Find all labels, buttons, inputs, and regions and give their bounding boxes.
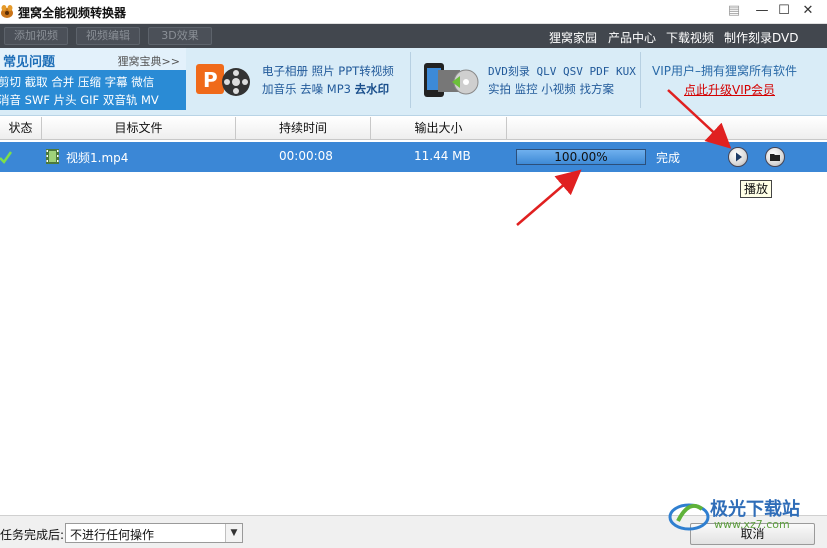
- menu-icon[interactable]: ▤: [724, 2, 744, 20]
- open-folder-button[interactable]: [765, 147, 785, 167]
- close-button[interactable]: ✕: [798, 2, 818, 20]
- ppt-film-icon: P: [196, 64, 250, 96]
- banner-divider: [410, 52, 411, 108]
- ad-formats-line2[interactable]: 实拍 监控 小视频 找方案: [488, 81, 614, 97]
- faq-links-line2[interactable]: 消音 SWF 片头 GIF 双音轨 MV: [0, 92, 159, 108]
- maximize-button[interactable]: ☐: [774, 2, 794, 20]
- play-tooltip: 播放: [740, 180, 772, 198]
- column-progress: [507, 117, 827, 140]
- app-title: 狸窝全能视频转换器: [18, 6, 127, 20]
- play-icon: [736, 152, 742, 162]
- svg-text:P: P: [203, 68, 218, 92]
- video-edit-button[interactable]: 视频编辑: [76, 27, 140, 45]
- add-video-button[interactable]: 添加视频: [4, 27, 68, 45]
- toolbar: 添加视频 视频编辑 3D效果 狸窝家园 产品中心 下载视频 制作刻录DVD: [0, 24, 827, 48]
- row-duration: 00:00:08: [279, 149, 333, 163]
- column-target-file[interactable]: 目标文件: [42, 117, 236, 140]
- ad-formats-line1[interactable]: DVD刻录 QLV QSV PDF KUX: [488, 63, 636, 79]
- faq-more-link[interactable]: 狸窝宝典>>: [118, 53, 180, 69]
- folder-icon: [770, 154, 780, 161]
- row-state: 完成: [656, 151, 681, 165]
- column-duration[interactable]: 持续时间: [236, 117, 371, 140]
- title-bar: 狸窝全能视频转换器 ▤ — ☐ ✕: [0, 0, 827, 24]
- minimize-button[interactable]: —: [752, 2, 772, 20]
- toolbar-link-dvd[interactable]: 制作刻录DVD: [724, 29, 798, 46]
- vip-upgrade-link[interactable]: 点此升级VIP会员: [684, 81, 775, 98]
- watermark: 极光下载站 www.xz7.com: [668, 495, 823, 535]
- faq-title[interactable]: 常见问题: [3, 51, 55, 70]
- toolbar-link-home[interactable]: 狸窝家园: [549, 29, 597, 46]
- chevron-down-icon[interactable]: ▼: [225, 524, 242, 542]
- after-task-value: 不进行任何操作: [70, 528, 155, 542]
- progress-bar: 100.00%: [516, 149, 646, 165]
- check-icon: [0, 151, 12, 164]
- vip-title: VIP用户–拥有狸窝所有软件: [652, 64, 797, 78]
- table-row[interactable]: 视频1.mp4 00:00:08 11.44 MB 完成: [0, 142, 827, 172]
- ad-slideshow-line1[interactable]: 电子相册 照片 PPT转视频: [262, 63, 394, 79]
- column-status[interactable]: 状态: [0, 117, 42, 140]
- file-table-header: 状态 目标文件 持续时间 输出大小: [0, 117, 827, 140]
- banner-divider: [640, 52, 641, 108]
- ad-banner: 常见问题 狸窝宝典>> 剪切 截取 合并 压缩 字幕 微信 消音 SWF 片头 …: [0, 48, 827, 116]
- toolbar-link-products[interactable]: 产品中心: [608, 29, 656, 46]
- play-button[interactable]: [728, 147, 748, 167]
- row-size: 11.44 MB: [414, 149, 471, 163]
- app-logo-icon: [1, 5, 13, 18]
- ad-slideshow-line2[interactable]: 加音乐 去噪 MP3 去水印: [262, 81, 389, 97]
- faq-links-line1[interactable]: 剪切 截取 合并 压缩 字幕 微信: [0, 74, 154, 90]
- toolbar-link-download[interactable]: 下载视频: [666, 29, 714, 46]
- ad-watermark-remove[interactable]: 去水印: [355, 82, 390, 96]
- 3d-effect-button[interactable]: 3D效果: [148, 27, 212, 45]
- faq-panel: 常见问题 狸窝宝典>> 剪切 截取 合并 压缩 字幕 微信 消音 SWF 片头 …: [0, 48, 186, 110]
- arrow-to-progress: [516, 169, 582, 226]
- after-task-select[interactable]: 不进行任何操作 ▼: [65, 523, 243, 543]
- phone-dvd-icon: [424, 63, 479, 97]
- progress-text: 100.00%: [554, 150, 608, 164]
- watermark-logo-icon: [668, 503, 710, 531]
- column-output-size[interactable]: 输出大小: [371, 117, 507, 140]
- row-filename: 视频1.mp4: [66, 151, 129, 165]
- video-file-icon: [46, 149, 59, 164]
- after-task-label: 任务完成后:: [0, 528, 65, 542]
- watermark-url: www.xz7.com: [714, 518, 790, 531]
- faq-header: 常见问题 狸窝宝典>>: [0, 48, 186, 70]
